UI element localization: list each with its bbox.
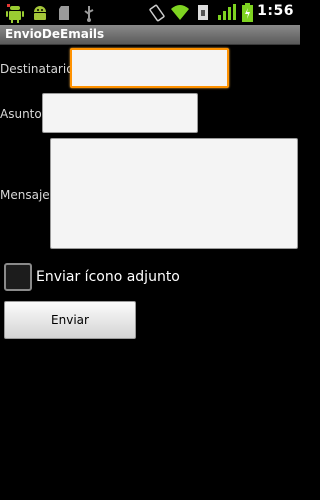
title-bar: EnvioDeEmails: [0, 25, 300, 45]
destinatario-field[interactable]: [70, 48, 229, 88]
wifi-icon: [171, 5, 189, 20]
asunto-field[interactable]: [42, 93, 198, 133]
send-button[interactable]: Enviar: [4, 301, 136, 339]
signal-icon: [218, 4, 236, 20]
destinatario-label: Destinatario: [0, 62, 74, 76]
android-icon: [6, 4, 24, 23]
android-small-icon: [34, 6, 46, 20]
rotation-icon: [149, 4, 165, 22]
mensaje-field[interactable]: [50, 138, 298, 249]
battery-icon: [198, 5, 208, 20]
battery-charging-icon: [242, 3, 253, 22]
attach-icon-checkbox[interactable]: [4, 263, 32, 291]
attach-icon-checkbox-label: Enviar ícono adjunto: [36, 269, 180, 285]
app-title: EnvioDeEmails: [5, 27, 105, 41]
status-bar: 1:56: [0, 0, 300, 25]
mensaje-label: Mensaje: [0, 188, 50, 202]
asunto-label: Asunto: [0, 107, 42, 121]
sd-card-icon: [59, 6, 69, 20]
usb-icon: [84, 6, 94, 22]
clock: 1:56: [257, 3, 294, 19]
